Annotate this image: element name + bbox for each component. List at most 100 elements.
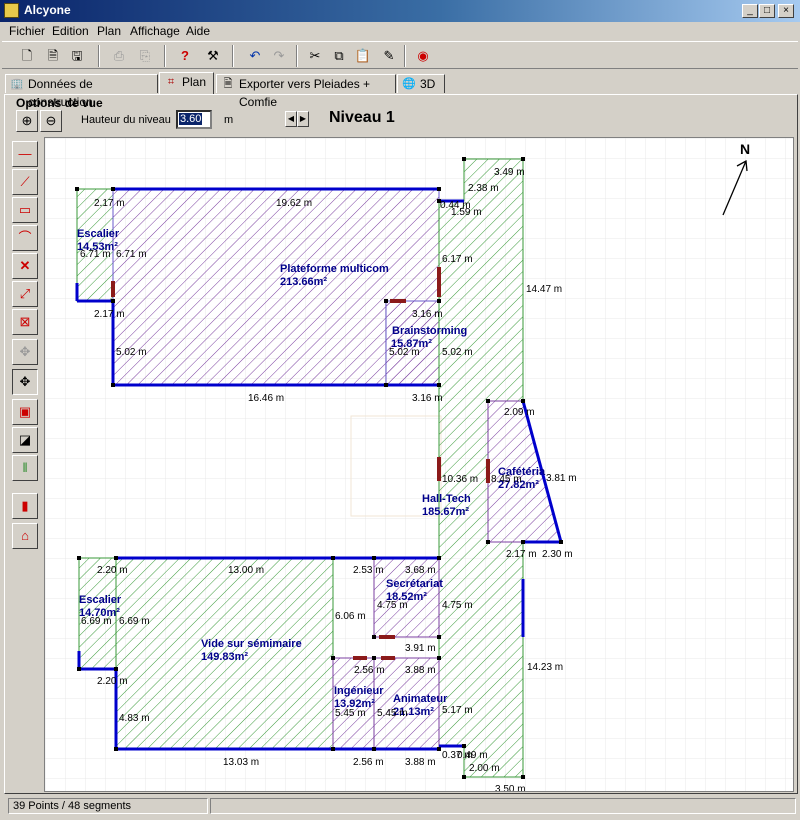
dimension-label: 1.59 m <box>451 207 482 218</box>
dimension-label: 0.49 m <box>457 750 488 761</box>
disabled-tool-icon[interactable]: ✥ <box>12 339 38 365</box>
toolbar-separator <box>164 45 166 67</box>
dimension-label: 19.62 m <box>276 198 312 209</box>
height-input[interactable]: 3.60 <box>176 110 212 129</box>
north-label: N <box>740 141 750 157</box>
room-escalier-1-name: Escalier <box>77 228 120 240</box>
dimension-label: 6.71 m <box>80 249 111 260</box>
plan-canvas[interactable]: N Escalier 14.53m² Plateforme multicom 2… <box>44 137 794 792</box>
building-icon: 🏢 <box>10 78 24 90</box>
room-plateforme-name: Plateforme multicom <box>280 263 389 275</box>
rectangle-tool-icon[interactable]: ▭ <box>12 197 38 223</box>
toolbar-separator <box>296 45 298 67</box>
export-icon: 🗎 <box>223 78 233 90</box>
open-file-icon[interactable]: 🗎 <box>42 45 64 67</box>
paste-icon[interactable]: 📋 <box>352 45 374 67</box>
app-icon <box>4 3 19 18</box>
view-options-label: Options de vue <box>16 96 103 110</box>
minimize-button[interactable]: _ <box>742 4 758 18</box>
dimension-label: 5.02 m <box>389 347 420 358</box>
height-unit: m <box>224 114 234 126</box>
room-plateforme-area: 213.66m² <box>280 276 327 288</box>
dimension-label: 2.17 m <box>94 309 125 320</box>
edit-icon[interactable]: ✎ <box>378 45 400 67</box>
delete-tool-icon[interactable]: ✕ <box>12 253 38 279</box>
height-label: Hauteur du niveau <box>81 114 171 126</box>
room-hall-tech-name: Hall-Tech <box>422 493 471 505</box>
dimension-label: 3.91 m <box>405 643 436 654</box>
dimension-label: 4.75 m <box>377 600 408 611</box>
room-tool-icon[interactable]: ◪ <box>12 427 38 453</box>
next-level-button[interactable]: ▶ <box>297 111 309 127</box>
dimension-label: 3.88 m <box>405 665 436 676</box>
status-bar: 39 Points / 48 segments <box>0 796 800 818</box>
dimension-label: 6.69 m <box>119 616 150 627</box>
dimension-label: 16.46 m <box>248 393 284 404</box>
toolbar-separator <box>98 45 100 67</box>
dimension-label: 5.02 m <box>442 347 473 358</box>
prev-level-button[interactable]: ◀ <box>285 111 297 127</box>
tab-donnees-construction[interactable]: 🏢 Données de construction <box>5 74 158 109</box>
globe-icon: 🌐 <box>402 78 416 90</box>
maximize-button[interactable]: □ <box>759 4 775 18</box>
dimension-label: 6.06 m <box>335 611 366 622</box>
dimension-label: 2.30 m <box>542 549 573 560</box>
dimension-label: 3.68 m <box>405 565 436 576</box>
title-bar: Alcyone _ □ × <box>0 0 800 22</box>
wall-tool-icon[interactable]: ‖ <box>12 455 38 481</box>
tab-3d[interactable]: 🌐 3D <box>397 74 445 93</box>
dimension-label: 2.17 m <box>506 549 537 560</box>
dimension-label: 2.00 m <box>469 763 500 774</box>
split-tool-icon[interactable]: ⤢ <box>12 281 38 307</box>
menu-affichage[interactable]: Affichage <box>130 24 180 38</box>
menu-aide[interactable]: Aide <box>186 24 210 38</box>
help-icon[interactable]: ? <box>174 45 196 67</box>
dimension-label: 5.45 m <box>335 708 366 719</box>
dimension-label: 3.88 m <box>405 757 436 768</box>
tools-icon[interactable]: ⚒ <box>202 45 224 67</box>
cut-icon[interactable]: ✂ <box>304 45 326 67</box>
dimension-label: 3.81 m <box>546 473 577 484</box>
room-escalier-2-name: Escalier <box>79 594 122 606</box>
zoom-in-button[interactable]: ⊕ <box>16 110 38 132</box>
dimension-label: 4.83 m <box>119 713 150 724</box>
save-file-icon[interactable]: 🖫 <box>66 45 88 67</box>
dimension-label: 2.38 m <box>468 183 499 194</box>
dimension-label: 4.75 m <box>442 600 473 611</box>
tab-exporter[interactable]: 🗎 Exporter vers Pleiades + Comfie <box>216 74 396 109</box>
move-tool-icon[interactable]: ✥ <box>12 369 38 395</box>
drawing-tools: — ⟋ ▭ ⌒ ✕ ⤢ ⊠ ✥ ✥ ▣ ◪ ‖ ▮ ⌂ <box>8 137 44 792</box>
copy-icon[interactable]: ⧉ <box>328 45 350 67</box>
house-tool-icon[interactable]: ⌂ <box>12 523 38 549</box>
dimension-label: 8.45 m <box>491 474 522 485</box>
properties-tool-icon[interactable]: ▮ <box>12 493 38 519</box>
menu-edition[interactable]: Edition <box>52 24 89 38</box>
print-icon[interactable]: ⎙ <box>108 45 130 67</box>
settings-icon[interactable]: ◉ <box>412 45 434 67</box>
dimension-label: 3.50 m <box>495 784 526 792</box>
dimension-label: 2.20 m <box>97 676 128 687</box>
zoom-out-button[interactable]: ⊖ <box>40 110 62 132</box>
dimension-label: 10.36 m <box>442 474 478 485</box>
arc-tool-icon[interactable]: ⌒ <box>12 225 38 251</box>
room-vide-area: 149.83m² <box>201 651 248 663</box>
select-area-tool-icon[interactable]: ⊠ <box>12 309 38 335</box>
menu-plan[interactable]: Plan <box>97 24 121 38</box>
tab-plan[interactable]: ⌗ Plan <box>159 72 214 94</box>
close-button[interactable]: × <box>778 4 794 18</box>
window-title: Alcyone <box>24 3 71 17</box>
undo-icon[interactable]: ↶ <box>244 45 266 67</box>
door-tool-icon[interactable]: ▣ <box>12 399 38 425</box>
line-tool-icon[interactable]: — <box>12 141 38 167</box>
dimension-label: 2.53 m <box>353 565 384 576</box>
dimension-label: 3.49 m <box>494 167 525 178</box>
dimension-label: 5.02 m <box>116 347 147 358</box>
redo-icon[interactable]: ↷ <box>268 45 290 67</box>
polyline-tool-icon[interactable]: ⟋ <box>12 169 38 195</box>
print-preview-icon[interactable]: ⎘ <box>134 45 156 67</box>
dimension-label: 14.23 m <box>527 662 563 673</box>
room-secretariat-name: Secrétariat <box>386 578 443 590</box>
points-segments-status: 39 Points / 48 segments <box>8 798 208 814</box>
new-file-icon[interactable]: 🗋 <box>16 45 38 67</box>
menu-fichier[interactable]: Fichier <box>9 24 45 38</box>
